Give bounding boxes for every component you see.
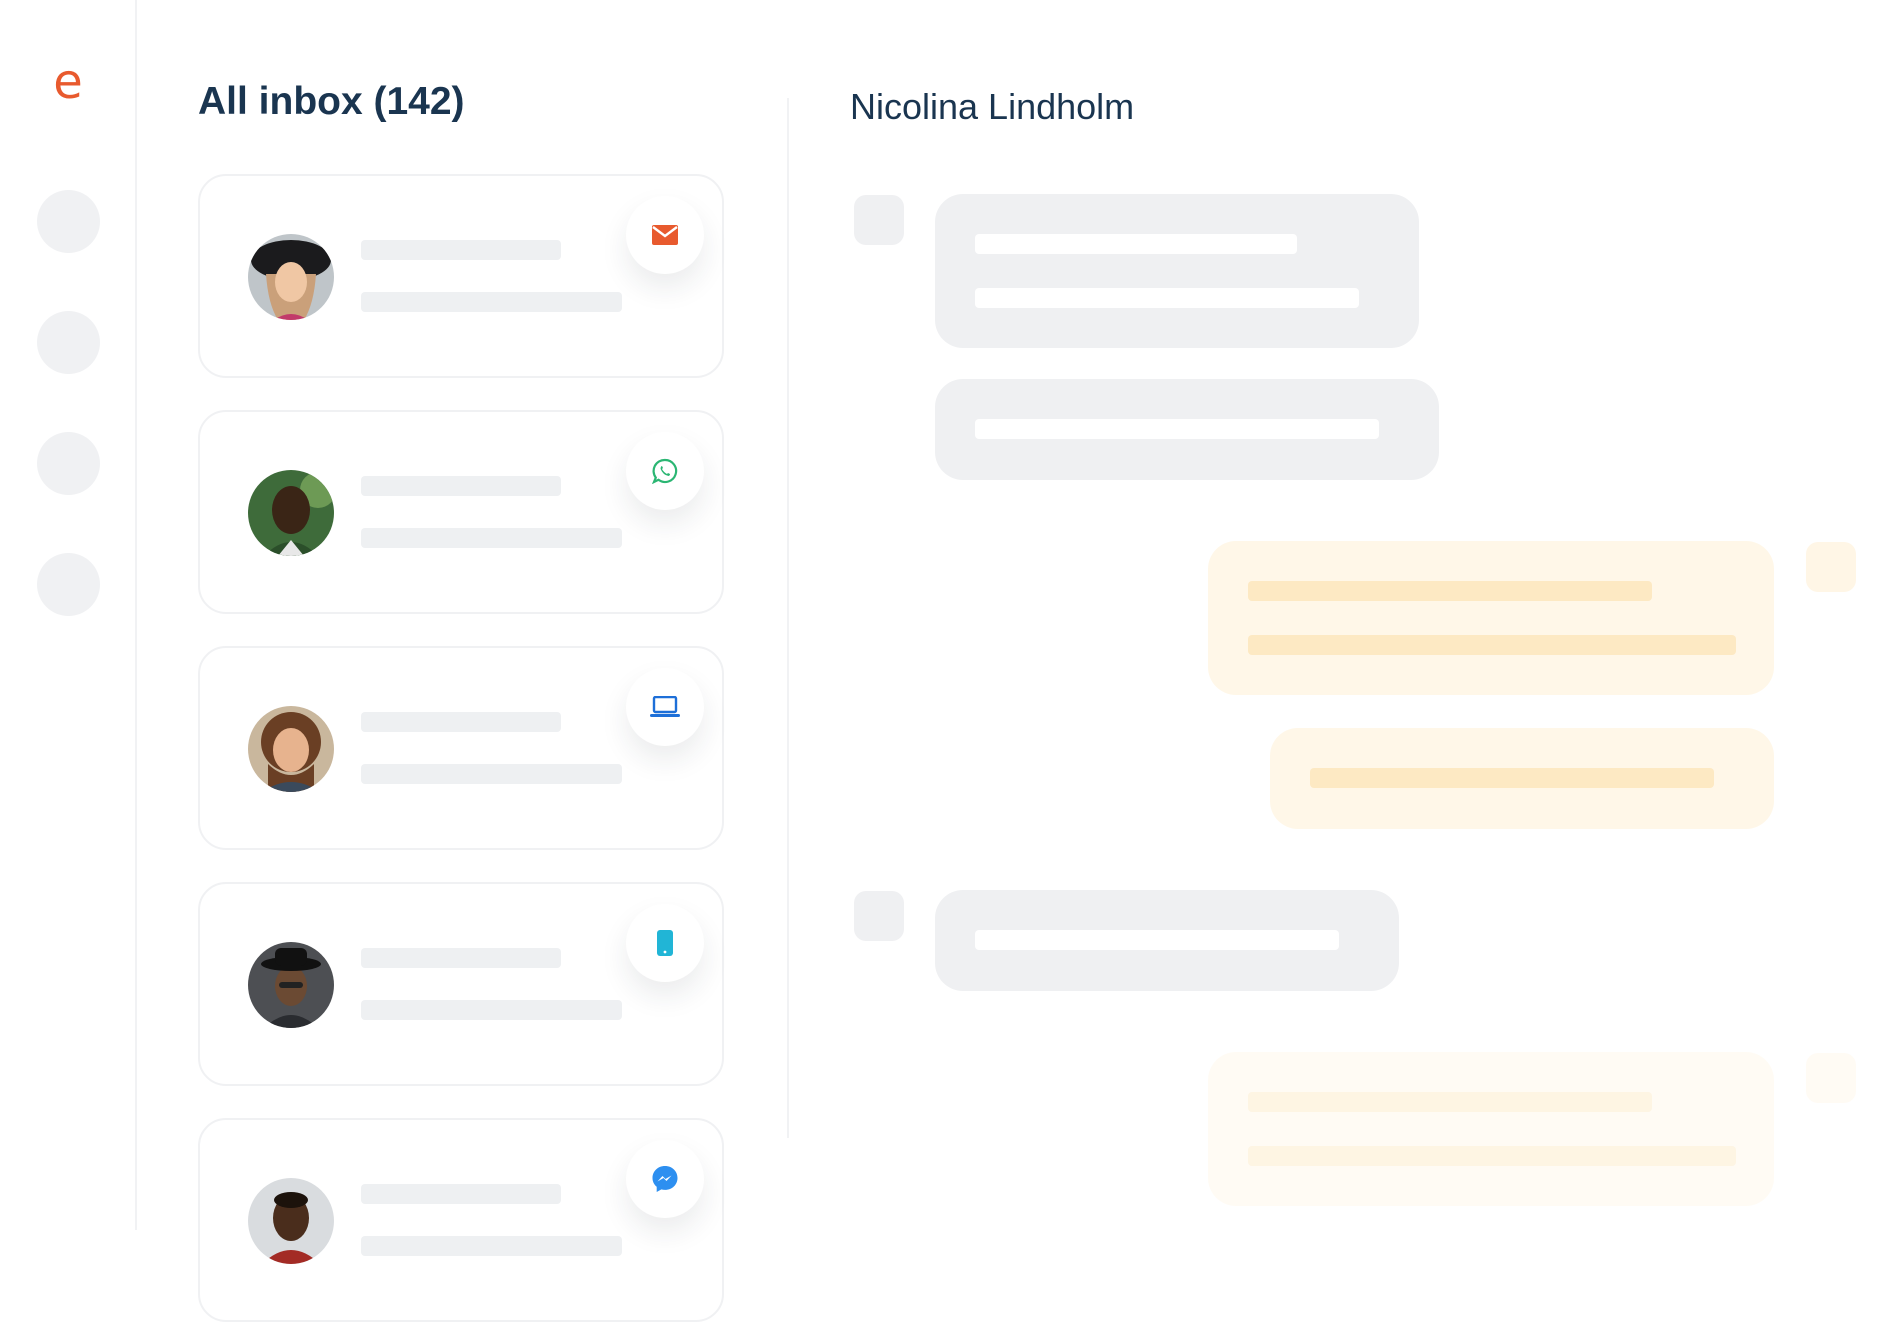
outgoing-message: [1270, 728, 1774, 829]
conversation-card[interactable]: [198, 410, 724, 614]
panel-divider: [787, 98, 789, 1138]
message-line-skeleton: [975, 419, 1379, 439]
channel-badge: [626, 668, 704, 746]
agent-avatar-placeholder: [1806, 1053, 1856, 1103]
sender-skeleton: [361, 948, 561, 968]
sender-skeleton: [361, 712, 561, 732]
preview-skeleton: [361, 1236, 622, 1256]
phone-icon: [657, 930, 673, 956]
outgoing-message: [1208, 541, 1774, 695]
incoming-message: [935, 194, 1419, 348]
sender-skeleton: [361, 1184, 561, 1204]
message-line-skeleton: [1310, 768, 1714, 788]
contact-name: Nicolina Lindholm: [850, 86, 1135, 127]
laptop-icon: [650, 696, 680, 717]
conversation-card[interactable]: [198, 646, 724, 850]
message-line-skeleton: [975, 234, 1297, 254]
preview-skeleton: [361, 528, 622, 548]
messenger-icon: [652, 1166, 678, 1192]
contact-avatar-placeholder: [854, 195, 904, 245]
sidebar-divider: [135, 0, 137, 1230]
whatsapp-icon: [652, 458, 678, 484]
preview-skeleton: [361, 292, 622, 312]
nav-item-4[interactable]: [37, 553, 100, 616]
nav-item-2[interactable]: [37, 311, 100, 374]
channel-badge: [626, 904, 704, 982]
message-line-skeleton: [1248, 1092, 1652, 1112]
avatar: [248, 470, 334, 556]
preview-skeleton: [361, 1000, 622, 1020]
incoming-message: [935, 379, 1439, 480]
avatar: [248, 234, 334, 320]
message-line-skeleton: [1248, 635, 1736, 655]
email-icon: [652, 225, 678, 245]
channel-badge: [626, 196, 704, 274]
avatar: [248, 1178, 334, 1264]
avatar: [248, 942, 334, 1028]
channel-badge: [626, 432, 704, 510]
sender-skeleton: [361, 476, 561, 496]
nav-item-1[interactable]: [37, 190, 100, 253]
message-line-skeleton: [975, 930, 1339, 950]
channel-badge: [626, 1140, 704, 1218]
conversation-card[interactable]: [198, 174, 724, 378]
preview-skeleton: [361, 764, 622, 784]
message-line-skeleton: [975, 288, 1359, 308]
message-line-skeleton: [1248, 581, 1652, 601]
sender-skeleton: [361, 240, 561, 260]
contact-avatar-placeholder: [854, 891, 904, 941]
conversation-card[interactable]: [198, 1118, 724, 1322]
message-line-skeleton: [1248, 1146, 1736, 1166]
avatar: [248, 706, 334, 792]
inbox-title: All inbox (142): [198, 80, 465, 123]
incoming-message: [935, 890, 1399, 991]
app-logo[interactable]: e: [48, 52, 88, 112]
agent-avatar-placeholder: [1806, 542, 1856, 592]
outgoing-message: [1208, 1052, 1774, 1206]
nav-item-3[interactable]: [37, 432, 100, 495]
conversation-card[interactable]: [198, 882, 724, 1086]
